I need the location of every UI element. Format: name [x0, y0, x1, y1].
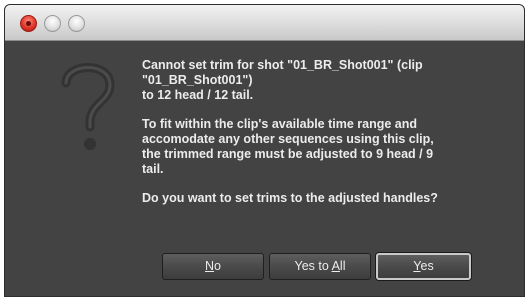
trim-dialog: Cannot set trim for shot "01_BR_Shot001"… [4, 4, 525, 297]
no-button[interactable]: No [162, 253, 264, 280]
minimize-icon[interactable] [44, 15, 61, 32]
title-bar[interactable] [5, 5, 524, 41]
dialog-message: Cannot set trim for shot "01_BR_Shot001"… [142, 58, 520, 220]
message-trim-error: Cannot set trim for shot "01_BR_Shot001"… [142, 58, 423, 102]
close-icon[interactable] [20, 15, 37, 32]
zoom-icon[interactable] [68, 15, 85, 32]
yes-button[interactable]: Yes [376, 253, 471, 280]
yes-to-all-button[interactable]: Yes to All [269, 253, 371, 280]
message-question: Do you want to set trims to the adjusted… [142, 191, 438, 205]
message-range-explanation: To fit within the clip's available time … [142, 117, 434, 176]
question-mark-icon [61, 63, 115, 150]
